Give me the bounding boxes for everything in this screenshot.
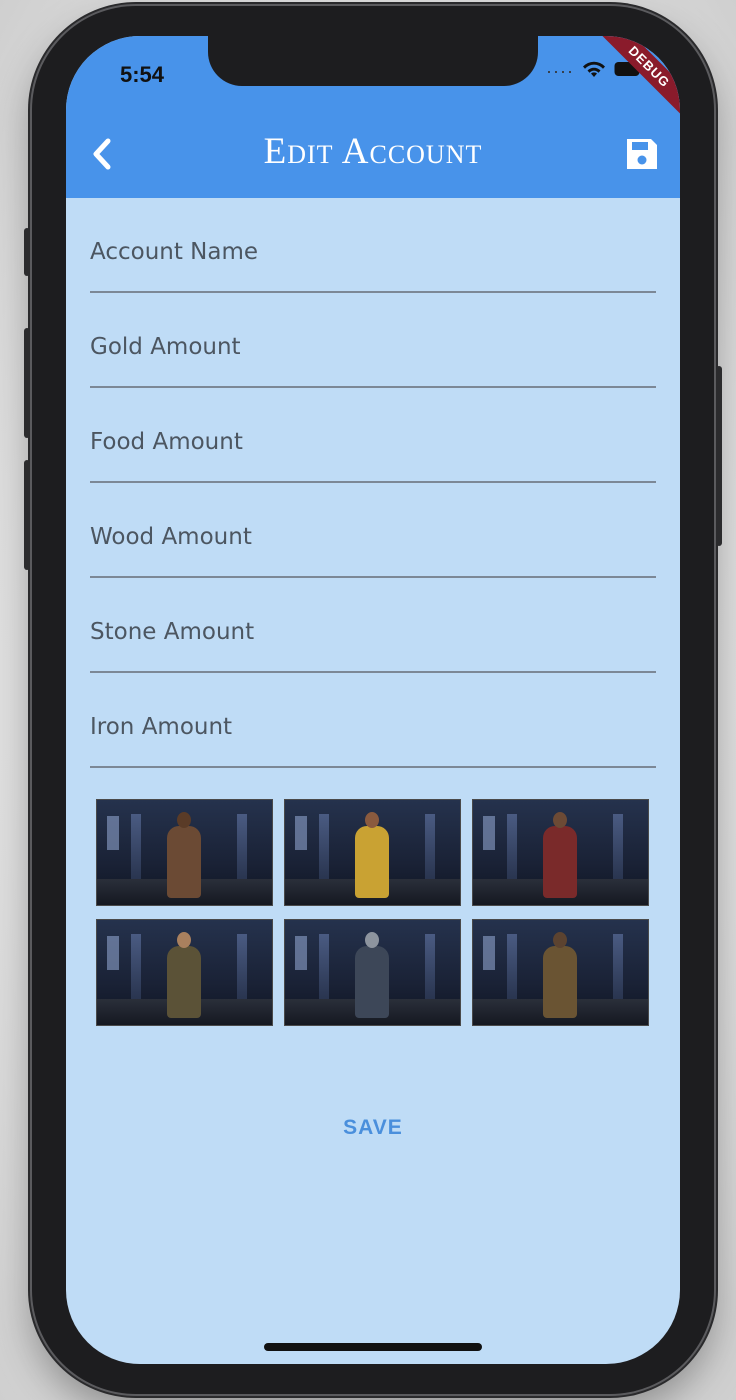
gold-amount-field: [90, 293, 656, 388]
power-button: [716, 366, 722, 546]
mute-switch: [24, 228, 30, 276]
wifi-icon: [582, 60, 606, 83]
account-name-field: [90, 198, 656, 293]
notch: [208, 36, 538, 86]
status-time: 5:54: [120, 62, 165, 87]
portrait-1[interactable]: [97, 800, 272, 905]
app-screen: 5:54 ···· Edit Account DEBUG Account Nam…: [66, 36, 680, 1364]
portrait-5[interactable]: [285, 920, 460, 1025]
stone-amount-field: [90, 578, 656, 673]
portrait-3[interactable]: [473, 800, 648, 905]
volume-up-button: [24, 328, 30, 438]
iron-amount-input[interactable]: [90, 673, 656, 764]
stone-amount-input[interactable]: [90, 578, 656, 669]
gold-amount-input[interactable]: [90, 293, 656, 384]
volume-down-button: [24, 460, 30, 570]
home-indicator: [264, 1343, 482, 1351]
food-amount-field: [90, 388, 656, 483]
wood-amount-field: [90, 483, 656, 578]
save-button[interactable]: SAVE: [66, 1116, 680, 1140]
account-name-input[interactable]: [90, 198, 656, 289]
save-icon-button[interactable]: [624, 136, 660, 172]
iron-amount-field: [90, 673, 656, 768]
page-title: Edit Account: [263, 131, 483, 172]
floppy-disk-icon: [627, 139, 657, 169]
account-form: [90, 198, 656, 768]
portrait-6[interactable]: [473, 920, 648, 1025]
wood-amount-input[interactable]: [90, 483, 656, 574]
portrait-4[interactable]: [97, 920, 272, 1025]
portrait-2[interactable]: [285, 800, 460, 905]
food-amount-input[interactable]: [90, 388, 656, 479]
signal-icon: ····: [546, 61, 574, 81]
portrait-grid: [97, 800, 648, 1025]
